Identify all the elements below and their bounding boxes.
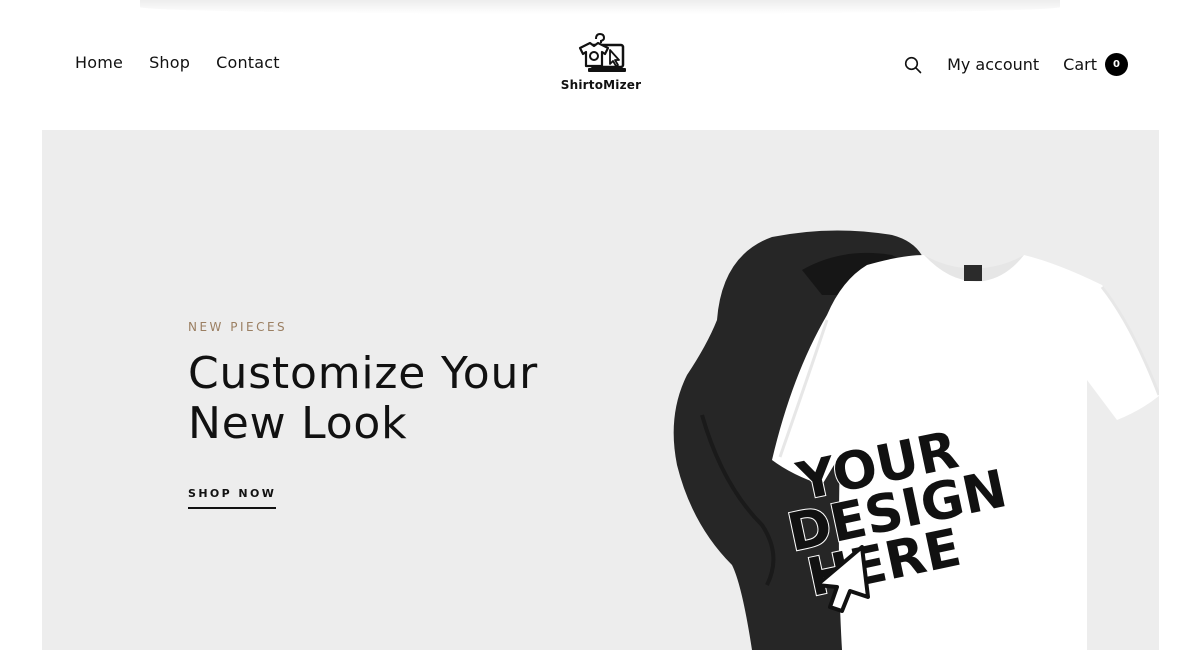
nav-contact-link[interactable]: Contact bbox=[216, 53, 280, 72]
search-button[interactable] bbox=[903, 55, 923, 75]
hero-text: NEW PIECES Customize Your New Look SHOP … bbox=[188, 320, 568, 509]
hero-banner: NEW PIECES Customize Your New Look SHOP … bbox=[42, 130, 1159, 650]
site-logo[interactable]: ShirtoMizer bbox=[556, 32, 646, 94]
logo-text: ShirtoMizer bbox=[560, 78, 642, 92]
my-account-link[interactable]: My account bbox=[947, 55, 1039, 74]
cart-count-badge: 0 bbox=[1105, 53, 1128, 76]
cart-label: Cart bbox=[1063, 55, 1097, 74]
shop-now-button[interactable]: SHOP NOW bbox=[188, 487, 277, 509]
logo-icon bbox=[578, 32, 626, 72]
nav-home-link[interactable]: Home bbox=[75, 53, 123, 72]
hero-headline: Customize Your New Look bbox=[188, 348, 539, 449]
cart-link[interactable]: Cart 0 bbox=[1063, 53, 1128, 76]
main-nav: Home Shop Contact bbox=[75, 53, 280, 72]
header-actions: My account Cart 0 bbox=[903, 53, 1128, 76]
nav-shop-link[interactable]: Shop bbox=[149, 53, 190, 72]
site-header: Home Shop Contact ShirtoMizer My account bbox=[0, 0, 1200, 130]
hero-kicker: NEW PIECES bbox=[188, 320, 288, 334]
hero-product-image: YOUR DESIGN HERE bbox=[673, 230, 1159, 650]
search-icon bbox=[904, 56, 922, 73]
